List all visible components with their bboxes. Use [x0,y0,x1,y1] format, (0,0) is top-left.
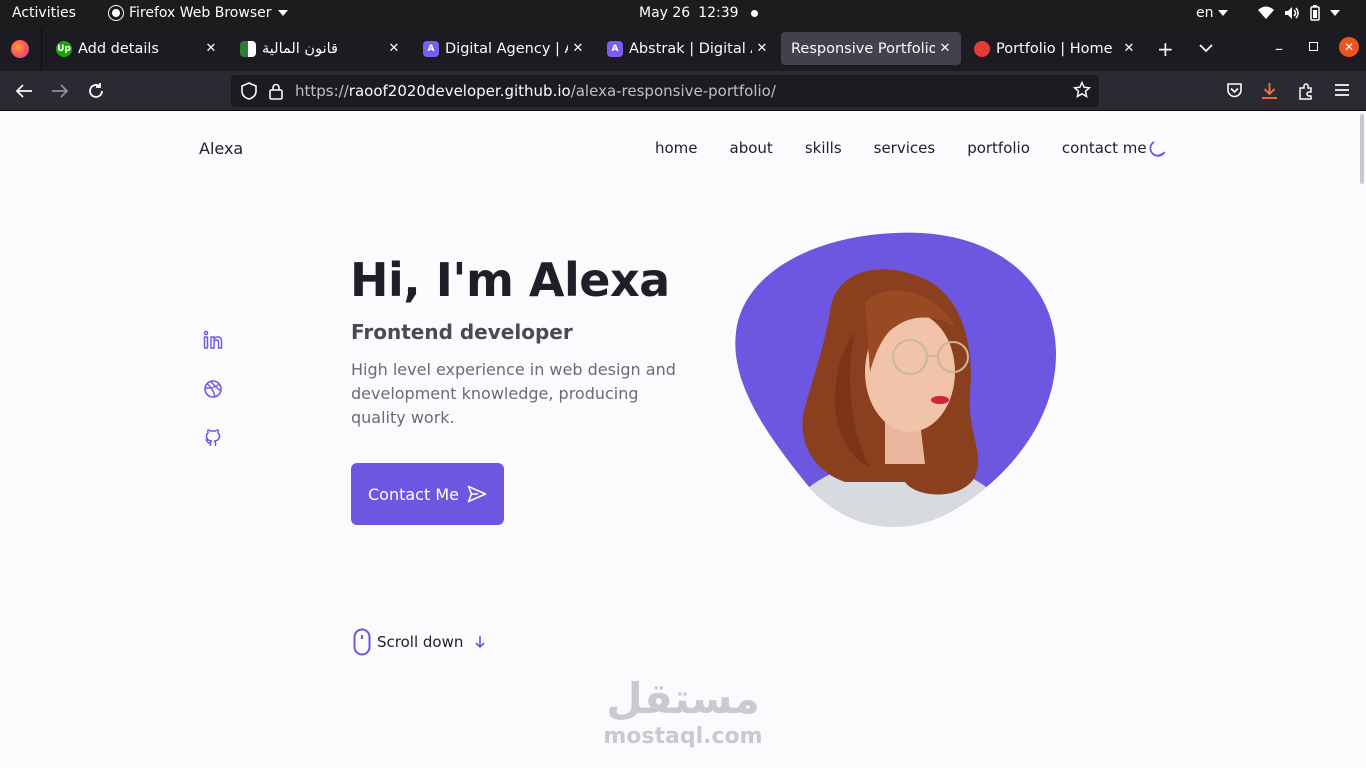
abstrak-favicon-icon: A [607,40,623,57]
send-icon [467,485,487,503]
list-tabs-chevron-icon[interactable] [1199,43,1213,53]
system-tray[interactable] [1258,5,1340,21]
nav-link-contact[interactable]: contact me [1062,139,1147,157]
profile-image [735,232,1057,527]
tab-separator [41,27,42,71]
minimize-icon[interactable]: – [1275,39,1283,58]
language-label: en [1196,5,1214,21]
firefox-icon [109,6,123,20]
contact-me-label: Contact Me [368,484,459,504]
nav-link-about[interactable]: about [730,139,773,157]
nav-link-skills[interactable]: skills [805,139,842,157]
social-links [203,330,223,477]
close-tab-icon[interactable]: ✕ [568,41,588,56]
tab-title: Portfolio | Home [996,40,1113,57]
address-bar[interactable]: https://raoof2020developer.github.io/ale… [231,75,1099,107]
notification-dot-icon [750,9,758,17]
menu-hamburger-icon[interactable] [1334,83,1350,97]
battery-icon [1310,5,1320,21]
chevron-down-icon [1217,10,1228,16]
upwork-favicon-icon: Up [56,40,72,57]
moon-icon[interactable] [1147,139,1167,159]
bookmark-star-icon[interactable] [1073,81,1091,99]
linkedin-icon[interactable] [203,330,223,350]
mostaql-watermark: مستقل mostaql.com [600,674,766,750]
lock-icon[interactable] [269,83,283,100]
arrow-down-icon [475,636,485,649]
language-selector[interactable]: en [1196,5,1228,21]
hero-title: Hi, I'm Alexa [350,253,670,307]
site-nav: home about skills services portfolio con… [655,139,1147,157]
close-tab-icon[interactable]: ✕ [935,41,955,56]
chevron-down-icon [277,10,288,16]
firefox-view-icon[interactable] [11,40,29,58]
tab-title: Abstrak | Digital Ag [629,40,752,57]
url-scheme: https:// [295,82,349,100]
hero-description: High level experience in web design and … [351,360,676,427]
watermark-latin: mostaql.com [603,724,763,749]
scroll-down-link[interactable]: Scroll down [353,628,487,656]
close-tab-icon[interactable]: ✕ [384,41,404,56]
nav-link-home[interactable]: home [655,139,698,157]
tab-portfolio-home[interactable]: Portfolio | Home ✕ [964,32,1145,65]
date-label: May 26 [639,5,691,21]
scroll-down-label: Scroll down [377,633,464,651]
flag-favicon-icon [240,40,256,57]
tab-digital-agency[interactable]: A Digital Agency | Ab ✕ [413,32,594,65]
tab-title: Responsive Portfolio W [791,40,935,57]
github-icon[interactable] [203,428,223,448]
app-menu[interactable]: Firefox Web Browser [109,5,288,21]
url-host: raoof2020developer.github.io [348,82,571,100]
forward-arrow-icon[interactable] [51,83,69,99]
portfolio-favicon-icon [974,40,990,57]
reload-icon[interactable] [87,82,105,100]
nav-link-portfolio[interactable]: portfolio [967,139,1030,157]
back-arrow-icon[interactable] [15,83,33,99]
activities-button[interactable]: Activities [12,5,76,21]
maximize-icon[interactable] [1309,42,1318,51]
volume-icon [1285,7,1299,19]
abstrak-favicon-icon: A [423,40,439,57]
hero-subtitle: Frontend developer [351,320,573,344]
wifi-icon [1258,6,1274,19]
site-logo[interactable]: Alexa [199,139,243,158]
tab-abstrak[interactable]: A Abstrak | Digital Ag ✕ [597,32,778,65]
new-tab-icon[interactable]: + [1157,37,1174,61]
close-tab-icon[interactable]: ✕ [201,41,221,56]
time-label: 12:39 [698,5,739,21]
downloads-icon[interactable] [1261,82,1278,100]
tab-title: قانون المالية [262,40,338,57]
pocket-icon[interactable] [1226,82,1243,99]
close-tab-icon[interactable]: ✕ [1119,41,1139,56]
url-text[interactable]: https://raoof2020developer.github.io/ale… [295,82,776,100]
nav-link-services[interactable]: services [874,139,936,157]
close-tab-icon[interactable]: ✕ [752,41,772,56]
chevron-down-icon [1330,10,1340,16]
system-top-bar: Activities Firefox Web Browser May 26 12… [0,0,1366,27]
watermark-arabic: مستقل [606,674,760,723]
tab-title: Add details [78,40,159,57]
clock[interactable]: May 26 12:39 [639,5,758,21]
mouse-icon [353,628,371,656]
url-path: /alexa-responsive-portfolio/ [570,82,776,100]
shield-icon[interactable] [241,82,257,100]
window-close-icon[interactable]: ✕ [1339,37,1359,57]
browser-tab-strip: Up Add details ✕ قانون المالية ✕ A Digit… [0,27,1366,71]
extensions-icon[interactable] [1297,82,1315,100]
contact-me-button[interactable]: Contact Me [351,463,504,525]
tab-title: Digital Agency | Ab [445,40,568,57]
app-menu-label: Firefox Web Browser [129,5,272,21]
tab-finance-law[interactable]: قانون المالية ✕ [230,32,410,65]
page-viewport: Alexa home about skills services portfol… [0,112,1366,768]
tab-add-details[interactable]: Up Add details ✕ [46,32,227,65]
dribbble-icon[interactable] [203,379,223,399]
browser-nav-toolbar: https://raoof2020developer.github.io/ale… [0,71,1366,111]
tab-responsive-portfolio[interactable]: Responsive Portfolio W ✕ [781,32,961,65]
page-scrollbar[interactable] [1360,114,1364,184]
